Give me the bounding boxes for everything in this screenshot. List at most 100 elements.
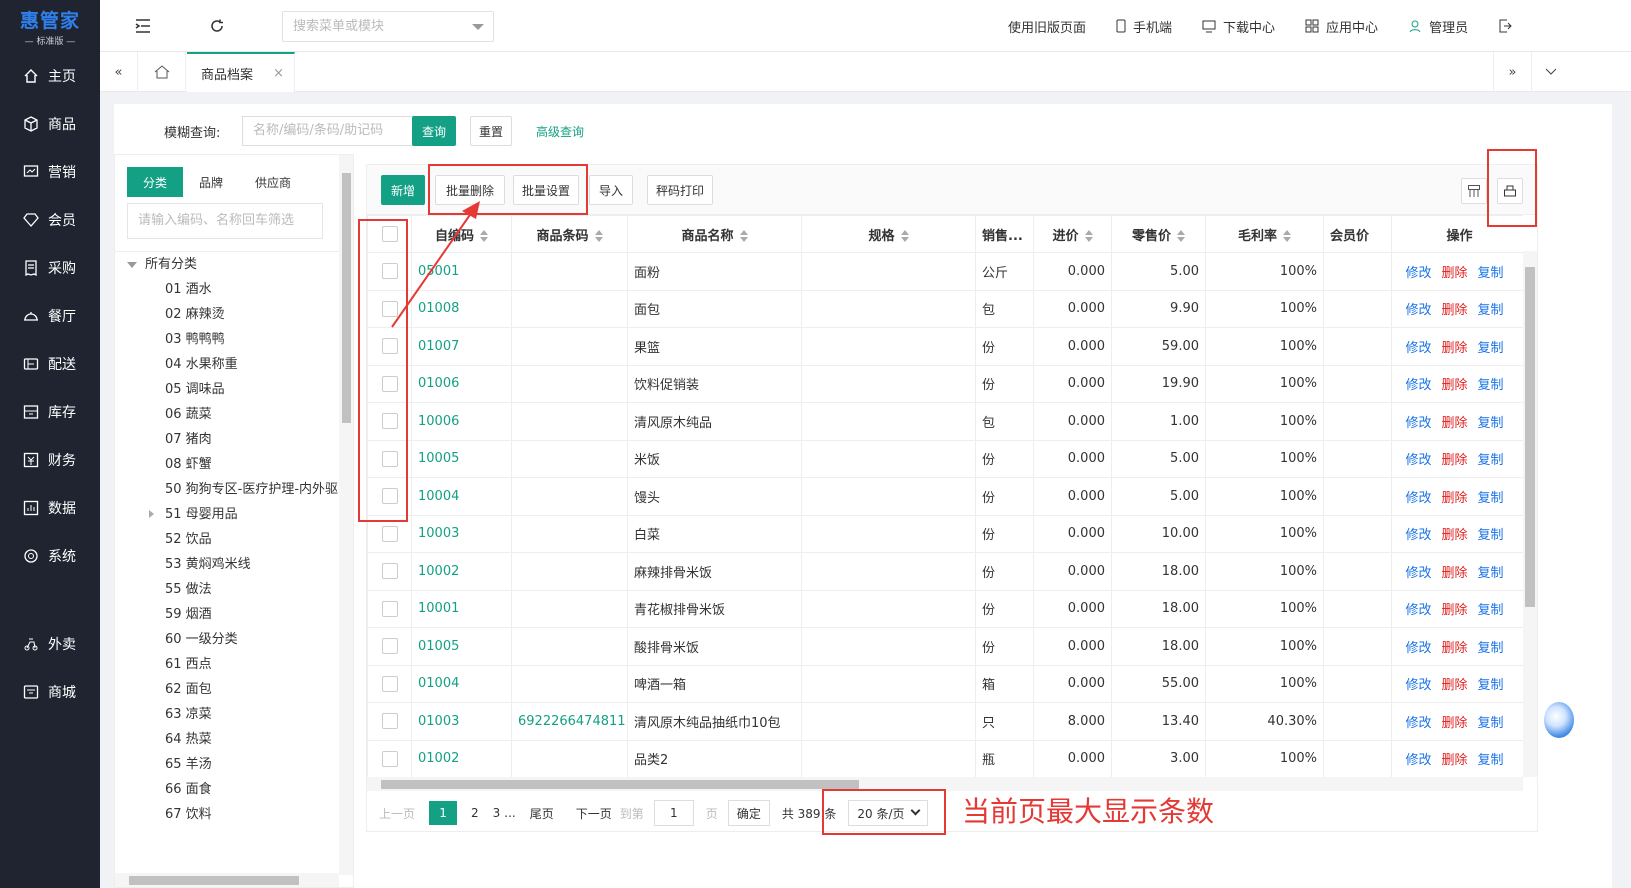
edit-link[interactable]: 修改: [1405, 303, 1431, 318]
table-row[interactable]: 01002 品类2 瓶 0.000 3.00 100% 修改 删除 复制: [367, 739, 1523, 777]
cell-barcode[interactable]: [511, 289, 628, 328]
copy-link[interactable]: 复制: [1478, 378, 1504, 393]
logout-button[interactable]: [1498, 19, 1519, 33]
prev-page-link[interactable]: 上一页: [379, 805, 415, 822]
scrollbar-thumb[interactable]: [129, 876, 299, 885]
delete-link[interactable]: 删除: [1441, 528, 1467, 543]
tab-category[interactable]: 分类: [127, 167, 184, 197]
copy-link[interactable]: 复制: [1478, 341, 1504, 356]
logo[interactable]: 惠管家 — 标准版 —: [0, 0, 100, 52]
tree-node[interactable]: 67 饮料: [115, 802, 339, 827]
tab-product-archive[interactable]: 商品档案 ×: [187, 52, 295, 92]
row-checkbox[interactable]: [381, 638, 398, 655]
tree-node[interactable]: 05 调味品: [115, 377, 339, 402]
cell-barcode[interactable]: [511, 514, 628, 553]
table-row[interactable]: 10004 馒头 份 0.000 5.00 100% 修改 删除 复制: [367, 477, 1523, 516]
tree-node[interactable]: 55 做法: [115, 577, 339, 602]
tabs-scroll-left-icon[interactable]: «: [100, 52, 138, 92]
delete-link[interactable]: 删除: [1441, 641, 1467, 656]
sidebar-item-10[interactable]: 系统: [0, 532, 100, 580]
delete-link[interactable]: 删除: [1441, 303, 1467, 318]
edit-link[interactable]: 修改: [1405, 453, 1431, 468]
tab-brand[interactable]: 品牌: [183, 167, 239, 197]
edit-link[interactable]: 修改: [1405, 753, 1431, 768]
goto-page-input[interactable]: 1: [653, 800, 694, 826]
sort-icon[interactable]: [594, 230, 603, 242]
sidebar-item-9[interactable]: 数据: [0, 484, 100, 532]
table-row[interactable]: 10003 白菜 份 0.000 10.00 100% 修改 删除 复制: [367, 514, 1523, 553]
scrollbar-thumb[interactable]: [342, 173, 351, 423]
sidebar-item-1[interactable]: 商品: [0, 100, 100, 148]
col-spec[interactable]: 规格: [801, 215, 976, 253]
page-size-select[interactable]: 20 条/页: [848, 800, 929, 826]
cell-barcode[interactable]: [511, 327, 628, 366]
tree-node[interactable]: 62 面包: [115, 677, 339, 702]
copy-link[interactable]: 复制: [1478, 416, 1504, 431]
sort-icon[interactable]: [1084, 230, 1093, 242]
tree-vertical-scrollbar[interactable]: [339, 155, 353, 875]
cell-barcode[interactable]: [511, 364, 628, 403]
sidebar-item-3[interactable]: 会员: [0, 196, 100, 244]
sidebar-item-5[interactable]: 餐厅: [0, 292, 100, 340]
page-3-link[interactable]: 3: [493, 806, 501, 820]
row-checkbox[interactable]: [381, 338, 398, 355]
col-cost[interactable]: 进价: [1033, 215, 1112, 253]
tree-node[interactable]: 66 面食: [115, 777, 339, 802]
batch-settings-button[interactable]: 批量设置: [513, 175, 579, 205]
copy-link[interactable]: 复制: [1478, 491, 1504, 506]
reset-button[interactable]: 重置: [470, 116, 512, 146]
table-row[interactable]: 10006 清风原木纯品 包 0.000 1.00 100% 修改 删除 复制: [367, 402, 1523, 441]
edit-link[interactable]: 修改: [1405, 678, 1431, 693]
cell-barcode[interactable]: [511, 252, 628, 291]
tree-node[interactable]: 52 饮品: [115, 527, 339, 552]
row-checkbox[interactable]: [381, 675, 398, 692]
cell-barcode[interactable]: [511, 477, 628, 516]
table-row[interactable]: 01003 6922266474811 清风原木纯品抽纸巾10包 只 8.000 13.4…: [367, 702, 1523, 741]
cell-code[interactable]: 01005: [411, 627, 512, 666]
row-checkbox[interactable]: [381, 525, 398, 542]
tabs-scroll-right-icon[interactable]: »: [1493, 52, 1531, 92]
edit-link[interactable]: 修改: [1405, 528, 1431, 543]
cell-code[interactable]: 10003: [411, 514, 512, 553]
tree-node[interactable]: 02 麻辣烫: [115, 302, 339, 327]
app-center-link[interactable]: 应用中心: [1305, 17, 1378, 36]
tree-node[interactable]: 51 母婴用品: [115, 502, 339, 527]
tree-node[interactable]: 65 羊汤: [115, 752, 339, 777]
sort-icon[interactable]: [1283, 230, 1291, 242]
table-row[interactable]: 10001 青花椒排骨米饭 份 0.000 18.00 100% 修改 删除 复制: [367, 589, 1523, 628]
delete-link[interactable]: 删除: [1441, 453, 1467, 468]
home-tab-icon[interactable]: [138, 52, 186, 92]
tabs-menu-chevron-icon[interactable]: [1531, 52, 1569, 92]
user-menu[interactable]: 管理员: [1408, 17, 1468, 36]
tree-node[interactable]: 63 凉菜: [115, 702, 339, 727]
tree-node[interactable]: 53 黄焖鸡米线: [115, 552, 339, 577]
columns-icon[interactable]: [1461, 178, 1487, 204]
tree-node[interactable]: 59 烟酒: [115, 602, 339, 627]
sidebar-item-0[interactable]: 主页: [0, 52, 100, 100]
tree-horizontal-scrollbar[interactable]: [115, 873, 339, 887]
table-row[interactable]: 10002 麻辣排骨米饭 份 0.000 18.00 100% 修改 删除 复制: [367, 552, 1523, 591]
sidebar-item-x0[interactable]: 外卖: [0, 620, 100, 668]
mobile-link[interactable]: 手机端: [1116, 17, 1172, 36]
table-row[interactable]: 01007 果篮份 0.000 59.00 100% 修改 删除 复制: [367, 327, 1523, 366]
row-checkbox[interactable]: [381, 600, 398, 617]
sidebar-item-7[interactable]: 库存: [0, 388, 100, 436]
copy-link[interactable]: 复制: [1478, 566, 1504, 581]
copy-link[interactable]: 复制: [1478, 716, 1504, 731]
copy-link[interactable]: 复制: [1478, 266, 1504, 281]
cell-barcode[interactable]: [511, 439, 628, 478]
table-horizontal-scrollbar[interactable]: [367, 777, 1523, 791]
next-page-link[interactable]: 下一页: [576, 805, 612, 822]
tab-supplier[interactable]: 供应商: [239, 167, 307, 197]
col-barcode[interactable]: 商品条码: [511, 215, 628, 253]
tree-node[interactable]: 07 猪肉: [115, 427, 339, 452]
cell-barcode[interactable]: [511, 402, 628, 441]
col-name[interactable]: 商品名称: [627, 215, 802, 253]
edit-link[interactable]: 修改: [1405, 566, 1431, 581]
close-icon[interactable]: ×: [273, 66, 284, 81]
last-page-link[interactable]: 尾页: [530, 805, 554, 822]
delete-link[interactable]: 删除: [1441, 566, 1467, 581]
row-checkbox[interactable]: [381, 750, 398, 767]
cell-barcode[interactable]: [511, 627, 628, 666]
page-2-link[interactable]: 2: [471, 806, 479, 820]
